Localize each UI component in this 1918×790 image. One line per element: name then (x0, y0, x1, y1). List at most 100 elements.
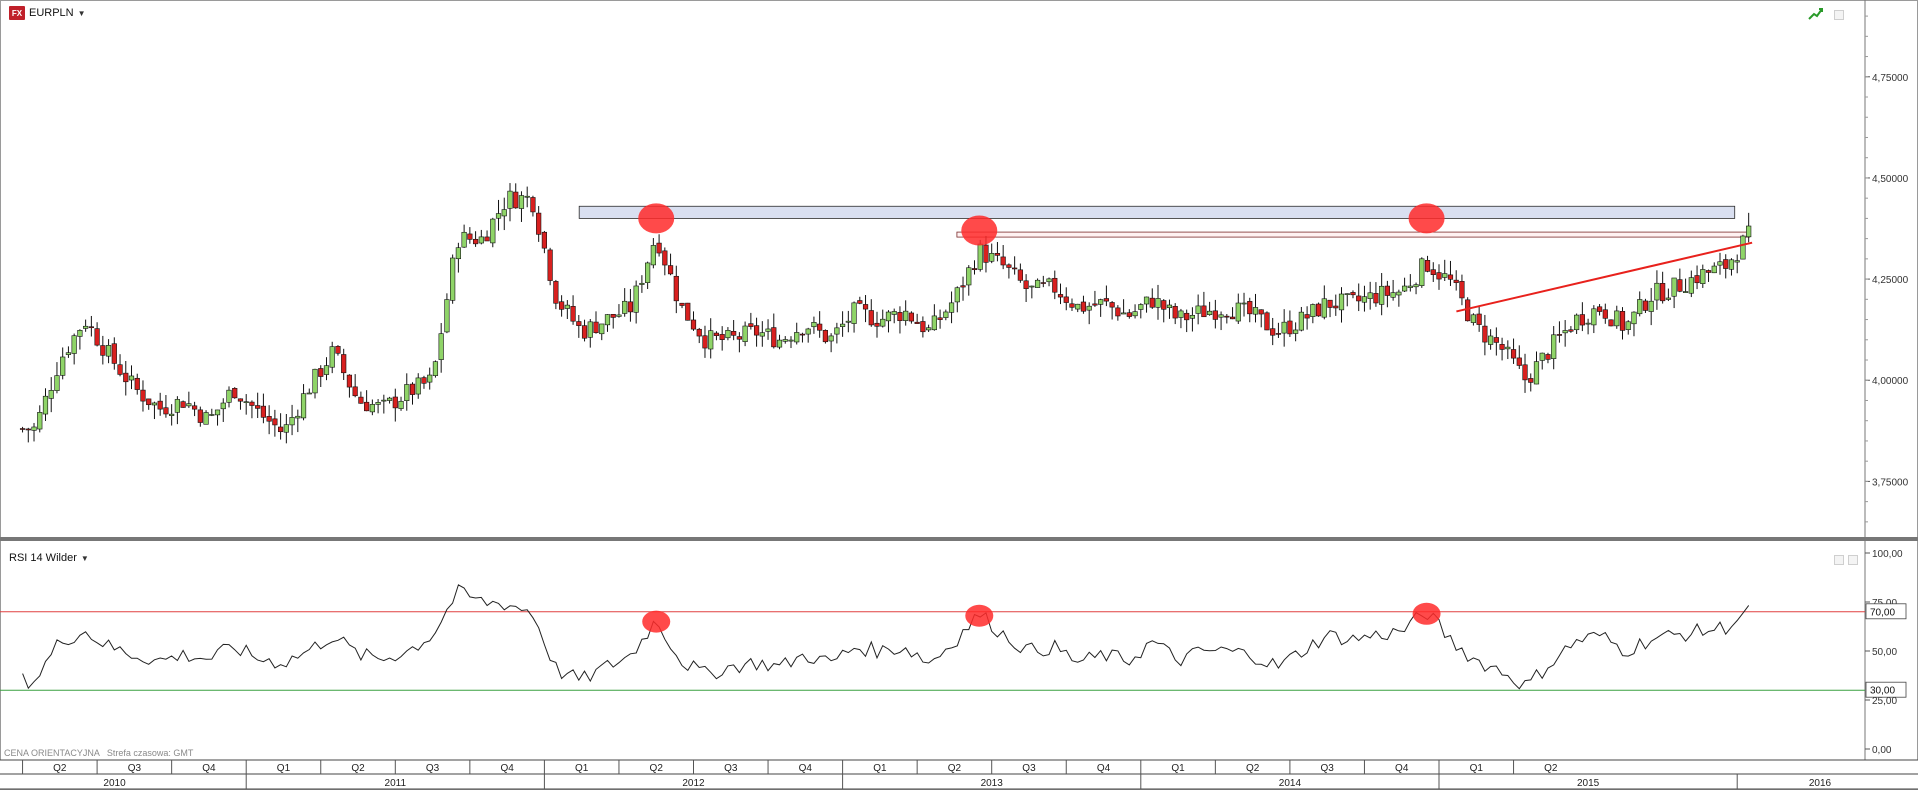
candle-down (1384, 285, 1390, 296)
candle-down (1694, 275, 1700, 284)
candle-down (157, 400, 163, 410)
candle-down (696, 328, 702, 337)
candle-down (341, 354, 347, 374)
candle-up (1235, 302, 1241, 322)
candle-up (312, 368, 318, 394)
candle-down (822, 330, 828, 343)
candle-down (937, 317, 943, 320)
resistance-zone (578, 205, 1736, 219)
candle-up (1218, 314, 1224, 318)
candle-up (1195, 305, 1201, 314)
candle-up (1075, 303, 1081, 310)
candle-up (306, 392, 312, 395)
candle-up (300, 393, 307, 419)
candle-up (1034, 279, 1041, 288)
candle-up (1086, 305, 1092, 311)
year-label: 2011 (385, 778, 407, 789)
close-icon[interactable] (1848, 555, 1858, 565)
candle-up (1120, 312, 1127, 315)
candle-down (753, 325, 760, 336)
candle-down (255, 405, 261, 409)
candle-up (587, 321, 593, 338)
candle-down (1212, 310, 1218, 320)
candle-up (1562, 330, 1568, 334)
candle-down (673, 275, 679, 302)
candle-down (1017, 269, 1023, 281)
candle-up (1407, 285, 1413, 288)
candle-down (713, 332, 720, 336)
candle-up (805, 328, 811, 335)
candle-down (817, 323, 823, 331)
candle-up (765, 328, 771, 332)
candle-up (788, 339, 794, 342)
candle-down (559, 301, 565, 310)
rsi-tick-label: 50,00 (1872, 647, 1897, 658)
year-label: 2015 (1577, 778, 1600, 789)
candle-up (495, 213, 502, 219)
rsi-panel[interactable] (0, 584, 1865, 691)
candle-up (1700, 269, 1706, 284)
candle-down (1522, 364, 1528, 381)
candle-up (880, 318, 886, 327)
candle-down (484, 236, 490, 242)
year-label: 2012 (682, 778, 705, 789)
candle-up (1551, 334, 1557, 359)
candle-down (111, 343, 117, 364)
candle-up (226, 389, 232, 403)
panel-separator[interactable] (0, 537, 1918, 541)
candle-down (467, 233, 473, 240)
candle-down (1287, 320, 1293, 335)
candle-down (163, 407, 169, 415)
candle-up (415, 377, 421, 395)
quarter-label: Q2 (351, 763, 365, 774)
candle-up (31, 426, 37, 431)
trend-line-icon[interactable] (1808, 7, 1824, 21)
symbol-selector[interactable]: FX EURPLN ▼ (9, 6, 86, 20)
year-label: 2013 (981, 778, 1004, 789)
candle-up (444, 299, 450, 333)
candle-up (490, 218, 496, 244)
indicator-selector[interactable]: RSI 14 Wilder ▼ (9, 552, 89, 564)
candle-down (25, 428, 31, 431)
candle-up (1648, 300, 1654, 312)
candle-down (1063, 296, 1069, 303)
candle-up (1688, 277, 1694, 294)
window-icon[interactable] (1834, 10, 1844, 20)
candle-up (903, 310, 909, 321)
candle-down (1373, 293, 1379, 304)
chart-border (0, 0, 1918, 790)
candle-up (1241, 302, 1247, 305)
candle-down (1465, 299, 1471, 322)
candle-down (1006, 264, 1012, 268)
window-icon[interactable] (1834, 555, 1844, 565)
rsi-tick-label: 25,00 (1872, 696, 1897, 707)
quarter-label: Q2 (948, 763, 962, 774)
price-panel[interactable] (19, 183, 1753, 444)
candle-up (977, 243, 983, 270)
candle-down (897, 312, 903, 322)
candle-down (857, 300, 863, 304)
chart-canvas[interactable]: 4,75000 4,50000 4,25000 4,00000 3,75000 100,… (0, 0, 1918, 790)
candle-down (662, 250, 668, 266)
candle-up (128, 375, 135, 381)
quarter-label: Q2 (53, 763, 67, 774)
candle-down (679, 302, 685, 306)
quarter-label: Q1 (277, 763, 291, 774)
candle-up (381, 399, 387, 402)
highlight-high (961, 215, 998, 246)
candle-up (1293, 329, 1299, 334)
candle-up (725, 330, 731, 339)
candle-down (627, 301, 634, 313)
candle-up (759, 332, 765, 337)
quarter-label: Q3 (426, 763, 440, 774)
candle-down (232, 388, 238, 399)
candle-down (249, 401, 255, 406)
candle-down (656, 242, 662, 254)
candle-up (989, 253, 995, 262)
symbol-label: EURPLN (29, 7, 74, 19)
candle-up (1155, 298, 1161, 308)
candle-down (1270, 328, 1276, 336)
candle-up (455, 247, 461, 260)
candle-up (1665, 297, 1671, 300)
candle-down (771, 327, 777, 348)
